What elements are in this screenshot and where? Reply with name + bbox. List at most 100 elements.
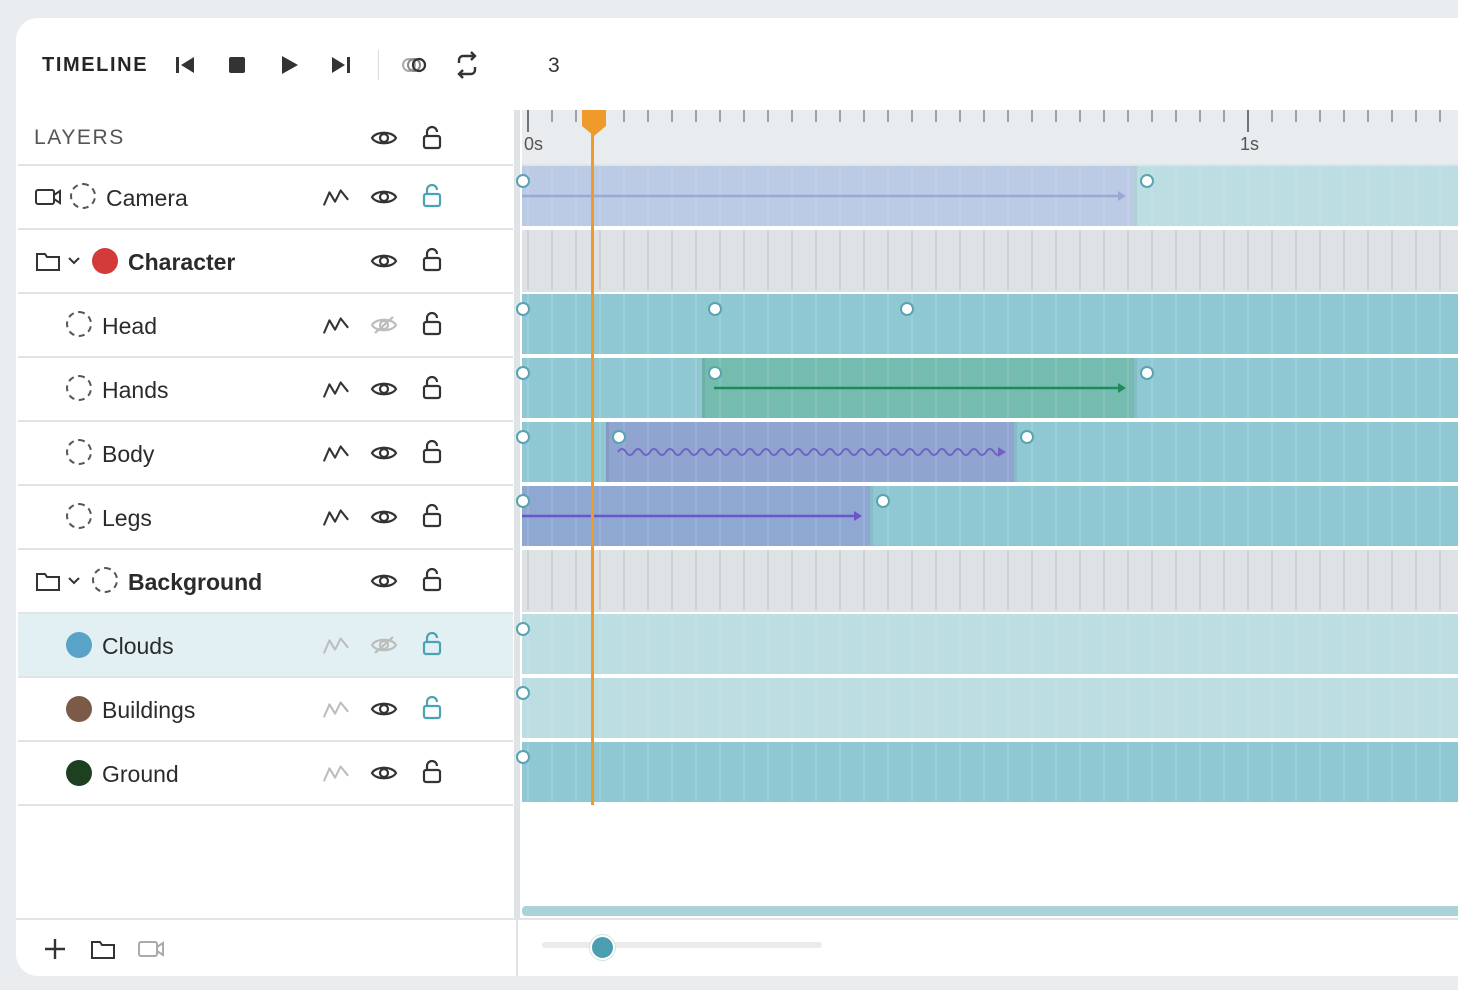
graph-editor-button[interactable] (322, 311, 350, 339)
track-legs[interactable] (516, 486, 1458, 546)
toggle-all-lock-button[interactable] (418, 124, 446, 152)
time-ruler[interactable]: 0s 1s (522, 110, 1458, 166)
layer-color-marker[interactable] (66, 760, 92, 786)
lock-toggle[interactable] (418, 694, 446, 722)
layer-row-legs[interactable]: Legs (18, 486, 513, 550)
lock-toggle[interactable] (418, 566, 446, 594)
layer-color-marker[interactable] (66, 503, 92, 529)
keyframe[interactable] (516, 430, 530, 444)
graph-editor-button[interactable] (322, 695, 350, 723)
keyframe[interactable] (708, 366, 722, 380)
layer-color-marker[interactable] (70, 183, 96, 209)
layer-row-camera[interactable]: Camera (18, 166, 513, 230)
visibility-toggle[interactable] (370, 375, 398, 403)
chevron-down-icon[interactable] (60, 247, 88, 275)
keyframe[interactable] (516, 750, 530, 764)
layer-row-body[interactable]: Body (18, 422, 513, 486)
visibility-toggle[interactable] (370, 183, 398, 211)
visibility-toggle[interactable] (370, 759, 398, 787)
lock-toggle[interactable] (418, 630, 446, 658)
layer-color-marker[interactable] (66, 311, 92, 337)
graph-editor-button[interactable] (322, 183, 350, 211)
track-camera[interactable] (516, 166, 1458, 226)
play-button[interactable] (272, 48, 306, 82)
onion-skin-icon (402, 57, 427, 73)
layer-row-background[interactable]: Background (18, 550, 513, 614)
visibility-toggle[interactable] (370, 695, 398, 723)
graph-editor-button[interactable] (322, 759, 350, 787)
track-canvas (522, 422, 1458, 482)
graph-editor-button[interactable] (322, 503, 350, 531)
track-clouds[interactable] (516, 614, 1458, 674)
onion-skin-button[interactable] (398, 48, 432, 82)
keyframe[interactable] (516, 302, 530, 316)
zoom-slider-track[interactable] (542, 942, 822, 948)
keyframe[interactable] (516, 174, 530, 188)
add-camera-button[interactable] (136, 934, 166, 964)
visibility-toggle[interactable] (370, 311, 398, 339)
layer-color-marker[interactable] (66, 696, 92, 722)
keyframe[interactable] (516, 366, 530, 380)
visibility-toggle[interactable] (370, 439, 398, 467)
layer-color-marker[interactable] (92, 567, 118, 593)
layer-row-buildings[interactable]: Buildings (18, 678, 513, 742)
loop-button[interactable] (450, 48, 484, 82)
layer-row-hands[interactable]: Hands (18, 358, 513, 422)
layer-name: Background (128, 569, 263, 595)
keyframe[interactable] (516, 622, 530, 636)
lock-toggle[interactable] (418, 310, 446, 338)
add-folder-button[interactable] (88, 934, 118, 964)
track-buildings[interactable] (516, 678, 1458, 738)
chevron-down-icon[interactable] (60, 567, 88, 595)
layer-color-marker[interactable] (92, 248, 118, 274)
keyframe[interactable] (876, 494, 890, 508)
graph-editor-button[interactable] (322, 631, 350, 659)
lock-toggle[interactable] (418, 502, 446, 530)
add-layer-button[interactable] (40, 934, 70, 964)
lock-toggle[interactable] (418, 438, 446, 466)
lock-toggle[interactable] (418, 246, 446, 274)
layer-row-clouds[interactable]: Clouds (18, 614, 513, 678)
layer-row-character[interactable]: Character (18, 230, 513, 294)
lock-toggle[interactable] (418, 758, 446, 786)
track-canvas (522, 614, 1458, 674)
graph-editor-button[interactable] (322, 439, 350, 467)
visibility-toggle[interactable] (370, 503, 398, 531)
layer-name: Head (102, 313, 157, 339)
skip-to-start-button[interactable] (168, 48, 202, 82)
visibility-toggle[interactable] (370, 631, 398, 659)
layer-color-marker[interactable] (66, 375, 92, 401)
layer-row-head[interactable]: Head (18, 294, 513, 358)
keyframe[interactable] (1020, 430, 1034, 444)
keyframe[interactable] (900, 302, 914, 316)
visibility-toggle[interactable] (370, 247, 398, 275)
track-character[interactable] (522, 230, 1458, 292)
keyframe[interactable] (1140, 366, 1154, 380)
layer-color-marker[interactable] (66, 632, 92, 658)
playhead-handle[interactable] (582, 110, 606, 136)
keyframe[interactable] (516, 686, 530, 700)
horizontal-scrollbar[interactable] (522, 906, 1458, 916)
layer-color-marker[interactable] (66, 439, 92, 465)
stop-button[interactable] (220, 48, 254, 82)
graph-editor-button[interactable] (322, 375, 350, 403)
visibility-toggle[interactable] (370, 567, 398, 595)
eye-icon (370, 131, 398, 145)
track-head[interactable] (516, 294, 1458, 354)
toggle-all-visibility-button[interactable] (370, 124, 398, 152)
track-ground[interactable] (516, 742, 1458, 802)
panel-splitter[interactable] (514, 110, 520, 918)
track-body[interactable] (516, 422, 1458, 482)
playhead-line[interactable] (591, 128, 594, 805)
skip-to-end-button[interactable] (324, 48, 358, 82)
lock-toggle[interactable] (418, 374, 446, 402)
layer-row-ground[interactable]: Ground (18, 742, 513, 806)
zoom-slider-thumb[interactable] (590, 935, 615, 960)
keyframe[interactable] (1140, 174, 1154, 188)
keyframe[interactable] (516, 494, 530, 508)
track-background[interactable] (522, 550, 1458, 612)
lock-toggle[interactable] (418, 182, 446, 210)
keyframe[interactable] (612, 430, 626, 444)
track-hands[interactable] (516, 358, 1458, 418)
keyframe[interactable] (708, 302, 722, 316)
